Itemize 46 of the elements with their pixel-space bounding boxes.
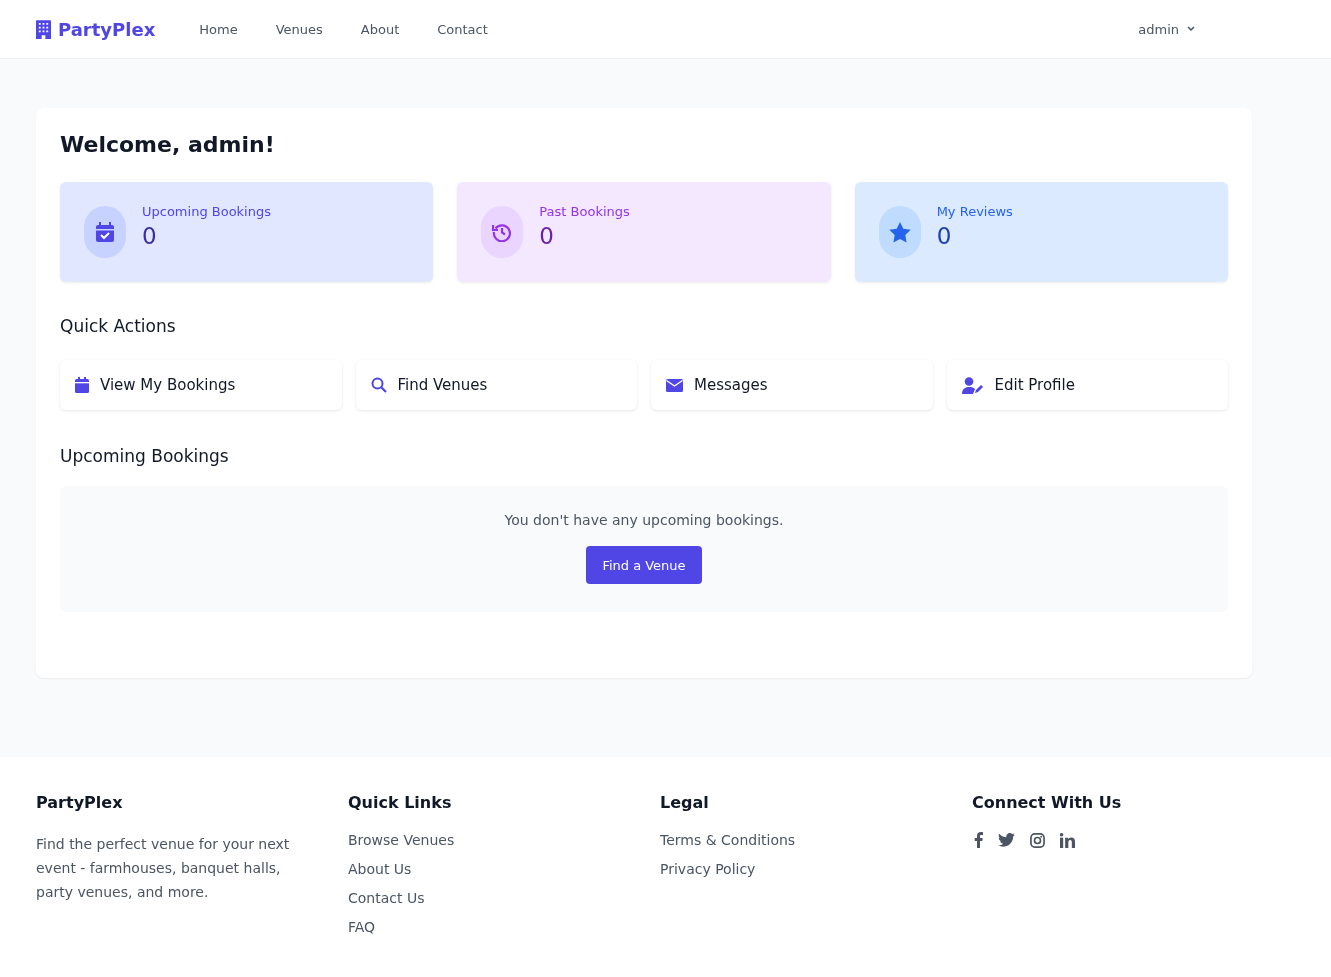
calendar-check-icon: [96, 222, 114, 242]
linkedin-icon[interactable]: [1060, 832, 1075, 848]
nav-link[interactable]: Home: [199, 21, 238, 37]
section-heading: Quick Actions: [60, 316, 177, 336]
star-icon: [888, 221, 911, 243]
footer-description: Find the perfect venue for your next event - farmhouses, banquet halls, party venues, and more.: [36, 835, 291, 902]
footer-heading: Connect With Us: [972, 793, 1123, 812]
footer-link[interactable]: Terms & Conditions: [660, 832, 972, 848]
quick-action-link[interactable]: View My Bookings: [60, 360, 342, 410]
footer-link[interactable]: FAQ: [348, 919, 660, 935]
footer-link[interactable]: Contact Us: [348, 890, 660, 906]
user-edit-icon: [961, 376, 984, 394]
facebook-icon[interactable]: [974, 832, 983, 848]
quick-action-link[interactable]: Messages: [651, 360, 933, 410]
footer-link[interactable]: About Us: [348, 861, 660, 877]
nav-link[interactable]: Contact: [437, 21, 488, 37]
footer-link[interactable]: Privacy Policy: [660, 861, 972, 877]
stat-value: 0: [539, 222, 555, 249]
find-venue-button[interactable]: Find a Venue: [586, 546, 702, 584]
brand-logo[interactable]: PartyPlex: [36, 18, 156, 40]
chevron-down-icon: [1187, 26, 1195, 32]
nav-link[interactable]: About: [360, 21, 400, 37]
search-icon: [370, 377, 387, 393]
stat-label: My Reviews: [936, 203, 1013, 219]
stat-label: Upcoming Bookings: [142, 203, 271, 219]
section-heading: Upcoming Bookings: [60, 446, 230, 466]
brand-name: PartyPlex: [58, 18, 156, 40]
welcome-heading: Welcome, admin!: [60, 132, 276, 157]
footer-heading: PartyPlex: [36, 793, 124, 812]
instagram-icon[interactable]: [1030, 832, 1045, 848]
quick-action-link[interactable]: Find Venues: [355, 360, 637, 410]
footer-link[interactable]: Browse Venues: [348, 832, 660, 848]
stat-value: 0: [142, 222, 158, 249]
building-icon: [36, 19, 51, 39]
stat-value: 0: [936, 222, 953, 249]
empty-message: You don't have any upcoming bookings.: [504, 512, 784, 528]
history-icon: [492, 222, 513, 242]
quick-action-link[interactable]: Edit Profile: [946, 360, 1228, 410]
user-menu[interactable]: admin: [1132, 20, 1201, 38]
envelope-icon: [666, 378, 683, 392]
calendar-icon: [75, 377, 89, 393]
footer-heading: Legal: [660, 793, 710, 812]
nav-link[interactable]: Venues: [275, 21, 323, 37]
footer-heading: Quick Links: [348, 793, 453, 812]
twitter-icon[interactable]: [998, 833, 1015, 847]
stat-label: Past Bookings: [539, 203, 630, 219]
